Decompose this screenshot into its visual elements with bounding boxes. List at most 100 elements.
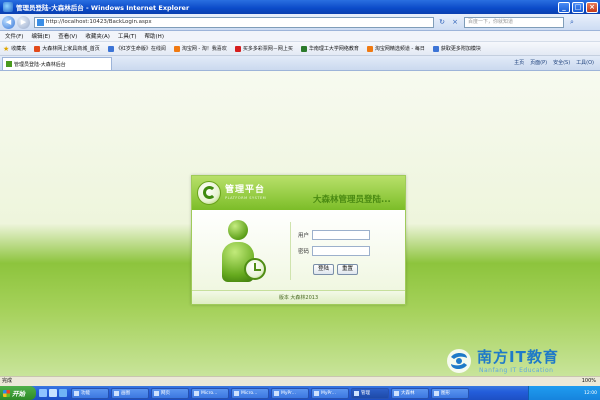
task-label: MyPr...: [281, 390, 296, 396]
forward-button[interactable]: ▶: [17, 15, 30, 29]
reset-button[interactable]: 重置: [337, 264, 359, 275]
taskbar-item[interactable]: Micro...: [191, 387, 229, 399]
favorite-link[interactable]: 淘宝网精选频道 - 每日: [366, 45, 425, 52]
favorite-label: 获取更多附加模块: [440, 46, 481, 52]
login-buttons: 登陆 重置: [313, 264, 361, 275]
task-label: 管理: [361, 390, 370, 396]
url-text: http://localhost:10423/BackLogin.aspx: [46, 19, 152, 25]
minimize-button[interactable]: _: [558, 1, 570, 13]
favorite-site-icon: [300, 45, 307, 52]
task-icon: [234, 390, 239, 396]
quick-launch-desktop-icon[interactable]: [49, 389, 57, 397]
favorite-link[interactable]: 买多多彩票网－网上买: [234, 45, 293, 52]
login-button[interactable]: 登陆: [313, 264, 335, 275]
task-icon: [274, 390, 279, 396]
taskbar-item[interactable]: Micro...: [231, 387, 269, 399]
taskbar-item[interactable]: 画图: [111, 387, 149, 399]
tab-label: 管理员登陆-大森林后台: [14, 61, 66, 68]
menu-edit[interactable]: 编辑(E): [31, 32, 50, 40]
favorites-button[interactable]: 收藏夹: [11, 45, 26, 52]
watermark-subtitle: Nanfang IT Education: [479, 367, 554, 374]
login-heading: 大森林管理员登陆...: [313, 195, 391, 205]
tools-menu[interactable]: 工具(O): [576, 59, 594, 66]
login-panel: 管理平台 PLATFORM SYSTEM 大森林管理员登陆... 用户 密码 登…: [191, 175, 406, 305]
menu-file[interactable]: 文件(F): [5, 32, 23, 40]
watermark: 南方IT教育 Nanfang IT Education: [445, 343, 595, 383]
nanfang-logo-icon: [447, 349, 471, 373]
taskbar-item[interactable]: 大森林: [391, 387, 429, 399]
star-icon[interactable]: ★: [3, 45, 9, 53]
start-button[interactable]: 开始: [0, 386, 36, 400]
favorite-link[interactable]: 获取更多附加模块: [432, 45, 481, 52]
favorite-link[interactable]: 《红岁生命版》在线阅: [107, 45, 166, 52]
task-icon: [434, 390, 439, 396]
search-input[interactable]: 百度一下，你就知道: [464, 16, 564, 28]
favorite-link[interactable]: 大森林网上家具商城_首页: [34, 45, 100, 52]
brand-subtitle: PLATFORM SYSTEM: [225, 196, 267, 200]
menu-help[interactable]: 帮助(H): [145, 32, 164, 40]
window-titlebar[interactable]: 管理员登陆-大森林后台 - Windows Internet Explorer …: [0, 0, 600, 14]
system-tray[interactable]: 12:00: [528, 386, 600, 400]
page-favicon-icon: [6, 61, 12, 67]
quick-launch-ie-icon[interactable]: [39, 389, 47, 397]
address-toolbar: ◀ ▶ http://localhost:10423/BackLogin.asp…: [0, 14, 600, 31]
favorite-link[interactable]: 淘宝网 - 淘！我喜欢: [173, 45, 227, 52]
page-menu[interactable]: 页面(P): [530, 59, 547, 66]
clock-icon: [244, 258, 266, 280]
favorite-label: 淘宝网精选频道 - 每日: [374, 46, 425, 52]
taskbar-item-active[interactable]: 管理: [351, 387, 389, 399]
clock[interactable]: 12:00: [584, 391, 597, 396]
menu-tools[interactable]: 工具(T): [118, 32, 137, 40]
task-label: MyPr...: [321, 390, 336, 396]
address-input[interactable]: http://localhost:10423/BackLogin.aspx: [34, 16, 434, 28]
task-icon: [394, 390, 399, 396]
task-label: Micro...: [201, 390, 218, 396]
refresh-icon[interactable]: ↻: [437, 17, 447, 27]
tab-admin-login[interactable]: 管理员登陆-大森林后台: [2, 57, 112, 70]
safety-menu[interactable]: 安全(S): [553, 59, 570, 66]
page-icon: [37, 18, 44, 26]
menu-favorites[interactable]: 收藏夹(A): [85, 32, 110, 40]
status-text: 完成: [2, 378, 13, 384]
back-button[interactable]: ◀: [2, 15, 15, 29]
menu-bar: 文件(F) 编辑(E) 查看(V) 收藏夹(A) 工具(T) 帮助(H): [0, 31, 600, 42]
stop-icon[interactable]: ×: [450, 17, 460, 27]
maximize-button[interactable]: □: [572, 1, 584, 13]
task-icon: [154, 390, 159, 396]
watermark-title: 南方IT教育: [477, 348, 559, 366]
task-icon: [114, 390, 119, 396]
menu-view[interactable]: 查看(V): [58, 32, 77, 40]
search-icon[interactable]: ⌕: [567, 17, 577, 27]
windows-flag-icon: [3, 389, 10, 397]
start-label: 开始: [12, 390, 25, 398]
taskbar-item[interactable]: 功能: [71, 387, 109, 399]
favorite-label: 大森林网上家具商城_首页: [42, 46, 100, 52]
login-panel-header: 管理平台 PLATFORM SYSTEM 大森林管理员登陆...: [192, 176, 405, 210]
page-content: 管理平台 PLATFORM SYSTEM 大森林管理员登陆... 用户 密码 登…: [0, 71, 600, 376]
task-icon: [74, 390, 79, 396]
taskbar-item[interactable]: MyPr...: [271, 387, 309, 399]
divider: [290, 222, 291, 280]
home-button[interactable]: 主页: [514, 59, 524, 66]
task-label: 画图: [121, 390, 130, 396]
command-bar: 主页 页面(P) 安全(S) 工具(O): [514, 55, 600, 70]
taskbar-item[interactable]: 图形: [431, 387, 469, 399]
user-clock-illustration-icon: [214, 220, 274, 284]
login-panel-body: 用户 密码 登陆 重置: [192, 210, 405, 290]
quick-launch-media-icon[interactable]: [59, 389, 67, 397]
password-input[interactable]: [312, 246, 370, 256]
taskbar-item[interactable]: MyPr...: [311, 387, 349, 399]
taskbar: 开始 功能 画图 网页 Micro... Micro... MyPr... My…: [0, 386, 600, 400]
close-button[interactable]: ×: [586, 1, 598, 13]
task-icon: [354, 390, 359, 396]
favorite-site-icon: [366, 45, 373, 52]
favorite-label: 买多多彩票网－网上买: [242, 46, 293, 52]
username-label: 用户: [298, 233, 310, 239]
favorite-link[interactable]: 华南理工大学网络教育: [300, 45, 359, 52]
taskbar-item[interactable]: 网页: [151, 387, 189, 399]
task-label: Micro...: [241, 390, 258, 396]
favorite-label: 华南理工大学网络教育: [308, 46, 359, 52]
login-footer: 版本 大森林2013: [192, 290, 405, 304]
username-row: 用户: [298, 230, 370, 240]
username-input[interactable]: [312, 230, 370, 240]
